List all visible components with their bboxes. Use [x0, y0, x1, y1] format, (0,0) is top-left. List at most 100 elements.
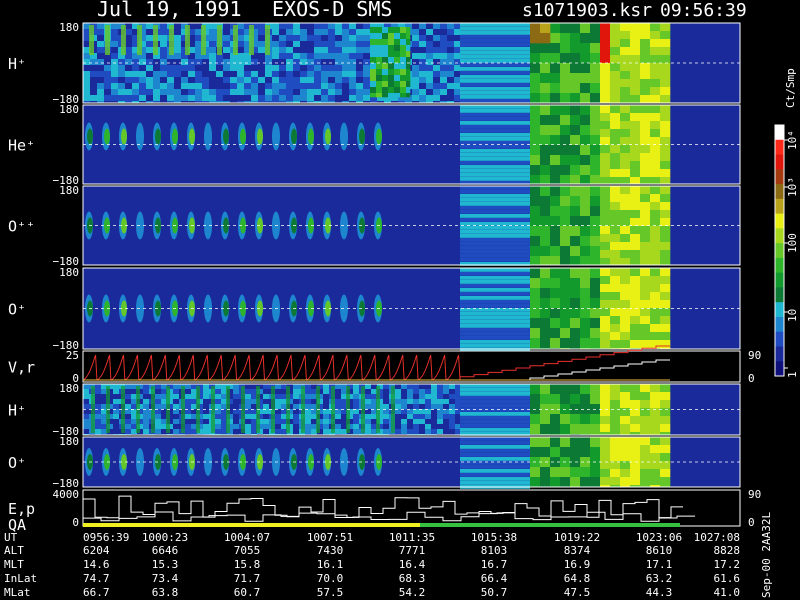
band-cell: [460, 87, 530, 91]
band-cell: [460, 457, 530, 461]
heatmap-cell: [395, 429, 402, 435]
heatmap-cell: [455, 414, 461, 420]
heatmap-cell: [590, 256, 601, 266]
heatmap-cell: [305, 429, 312, 435]
heatmap-cell: [335, 414, 342, 420]
heatmap-cell: [640, 71, 651, 80]
heatmap-cell: [660, 55, 671, 64]
heatmap-cell: [437, 399, 444, 405]
heatmap-cell: [146, 77, 154, 84]
heatmap-cell: [83, 71, 91, 78]
heatmap-cell: [620, 63, 631, 72]
heatmap-cell: [251, 59, 259, 66]
heatmap-cell: [433, 35, 441, 42]
heatmap-cell: [173, 429, 180, 435]
right-tick-bottom: 0: [748, 372, 755, 385]
heatmap-cell: [630, 384, 641, 393]
band-cell: [460, 340, 530, 344]
heatmap-cell: [600, 384, 611, 393]
heatmap-cell: [570, 216, 581, 227]
heatmap-cell: [305, 404, 312, 410]
heatmap-cell: [530, 338, 541, 349]
footer-cell: 16.1: [317, 558, 344, 571]
heatmap-cell: [580, 165, 591, 176]
heatmap-cell: [293, 47, 301, 54]
heatmap-cell: [433, 95, 441, 102]
heatmap-cell: [600, 250, 611, 259]
heatmap-cell: [279, 89, 287, 96]
heatmap-cell: [610, 79, 621, 88]
heatmap-cell: [174, 59, 182, 66]
heatmap-cell: [560, 338, 571, 349]
heatmap-cell: [600, 284, 611, 293]
heatmap-cell: [610, 31, 621, 40]
heatmap-cell: [580, 467, 591, 478]
heatmap-cell: [202, 71, 210, 78]
heatmap-cell: [342, 59, 350, 66]
heatmap-cell: [209, 53, 217, 60]
heatmap-cell: [630, 332, 641, 341]
band-cell: [460, 320, 530, 324]
heatmap-cell: [307, 41, 315, 48]
heatmap-cell: [195, 95, 203, 102]
heatmap-cell: [382, 87, 389, 94]
heatmap-cell: [640, 145, 651, 154]
heatmap-cell: [401, 414, 408, 420]
colorbar-step: [775, 169, 784, 185]
heatmap-cell: [620, 234, 631, 243]
heatmap-cell: [590, 73, 601, 84]
heatmap-cell: [383, 399, 390, 405]
heatmap-cell: [104, 71, 112, 78]
band-cell: [460, 449, 530, 453]
band-cell: [460, 276, 530, 280]
heatmap-cell: [143, 404, 150, 410]
heatmap-cell: [425, 384, 432, 390]
heatmap-cell: [412, 65, 420, 72]
heatmap-cell: [600, 177, 611, 185]
heatmap-cell: [454, 77, 461, 84]
heatmap-cell: [660, 242, 671, 251]
colorbar-step: [775, 125, 784, 141]
heatmap-cell: [440, 53, 448, 60]
heatmap-cell: [265, 89, 273, 96]
heatmap-cell: [233, 404, 240, 410]
heatmap-cell: [590, 268, 601, 279]
heatmap-cell: [160, 59, 168, 66]
heatmap-cell: [426, 59, 434, 66]
heatmap-cell: [382, 33, 389, 40]
heatmap-cell: [540, 155, 551, 166]
heatmap-cell: [395, 399, 402, 405]
heatmap-cell: [181, 65, 189, 72]
heatmap-cell: [630, 169, 641, 178]
heatmap-cell: [263, 424, 270, 430]
heatmap-cell: [173, 384, 180, 390]
heatmap-cell: [590, 33, 601, 44]
heatmap-cell: [245, 399, 252, 405]
heatmap-cell: [181, 89, 189, 96]
heatmap-cell: [406, 57, 411, 64]
burst: [105, 25, 110, 55]
heatmap-cell: [580, 278, 591, 289]
heatmap-cell: [335, 53, 343, 60]
heatmap-cell: [610, 105, 621, 114]
footer-row-label: MLT: [4, 558, 24, 571]
heatmap-cell: [203, 414, 210, 420]
heatmap-cell: [600, 258, 611, 266]
band-cell: [460, 469, 530, 473]
band-cell: [460, 55, 530, 59]
heatmap-cell: [550, 394, 561, 405]
heatmap-cell: [356, 83, 364, 90]
header-date: Jul 19, 1991: [97, 0, 242, 21]
heatmap-cell: [590, 394, 601, 405]
heatmap-cell: [113, 419, 120, 425]
band-cell: [460, 408, 530, 412]
heatmap-cell: [447, 53, 455, 60]
heatmap-cell: [203, 429, 210, 435]
heatmap-cell: [540, 175, 551, 185]
heatmap-cell: [610, 292, 621, 301]
heatmap-cell: [321, 47, 329, 54]
heatmap-cell: [356, 35, 364, 42]
heatmap-cell: [630, 424, 641, 433]
heatmap-cell: [660, 340, 671, 349]
heatmap-cell: [293, 384, 300, 390]
